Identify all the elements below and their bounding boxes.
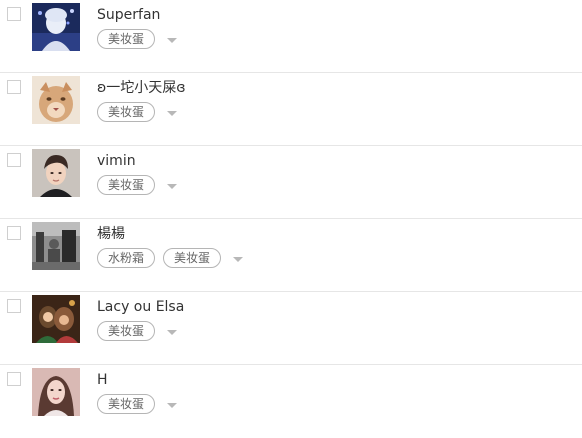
avatar[interactable] — [32, 149, 80, 197]
row-checkbox[interactable] — [7, 226, 21, 240]
avatar[interactable] — [32, 3, 80, 51]
avatar[interactable] — [32, 368, 80, 416]
tag-group: 水粉霜 美妆蛋 — [97, 248, 244, 268]
fan-name[interactable]: vimin — [97, 152, 136, 170]
tag-chip[interactable]: 美妆蛋 — [97, 102, 156, 122]
user-photo-icon — [32, 149, 80, 197]
user-photo-icon — [32, 295, 80, 343]
row-checkbox[interactable] — [7, 372, 21, 386]
user-photo-icon — [32, 222, 80, 270]
fan-name[interactable]: 楊楊 — [97, 225, 125, 243]
user-photo-icon — [32, 76, 80, 124]
avatar[interactable] — [32, 295, 80, 343]
dropdown-caret-icon[interactable] — [167, 37, 178, 43]
tag-chip[interactable]: 美妆蛋 — [97, 175, 156, 195]
tag-group: 美妆蛋 — [97, 394, 178, 414]
row-checkbox[interactable] — [7, 7, 21, 21]
fan-name[interactable]: Lacy ou Elsa — [97, 298, 184, 316]
tag-group: 美妆蛋 — [97, 321, 178, 341]
list-item: 楊楊 水粉霜 美妆蛋 — [0, 219, 582, 292]
row-checkbox[interactable] — [7, 153, 21, 167]
fan-name[interactable]: ʚ一坨小天屎ɞ — [97, 79, 186, 97]
dropdown-caret-icon[interactable] — [167, 402, 178, 408]
dropdown-caret-icon[interactable] — [167, 183, 178, 189]
fan-name[interactable]: H — [97, 371, 108, 389]
user-photo-icon — [32, 3, 80, 51]
dropdown-caret-icon[interactable] — [167, 329, 178, 335]
list-item: Lacy ou Elsa 美妆蛋 — [0, 292, 582, 365]
tag-group: 美妆蛋 — [97, 102, 178, 122]
fan-list: Superfan 美妆蛋 ʚ一坨小天屎ɞ 美妆蛋 vimin 美妆蛋 楊楊 水粉… — [0, 0, 582, 438]
tag-chip[interactable]: 水粉霜 — [97, 248, 156, 268]
list-item: vimin 美妆蛋 — [0, 146, 582, 219]
tag-chip[interactable]: 美妆蛋 — [97, 394, 156, 414]
list-item: ʚ一坨小天屎ɞ 美妆蛋 — [0, 73, 582, 146]
tag-chip[interactable]: 美妆蛋 — [97, 321, 156, 341]
dropdown-caret-icon[interactable] — [233, 256, 244, 262]
tag-chip[interactable]: 美妆蛋 — [163, 248, 222, 268]
list-item: H 美妆蛋 — [0, 365, 582, 438]
tag-group: 美妆蛋 — [97, 175, 178, 195]
avatar[interactable] — [32, 76, 80, 124]
dropdown-caret-icon[interactable] — [167, 110, 178, 116]
list-item: Superfan 美妆蛋 — [0, 0, 582, 73]
fan-name[interactable]: Superfan — [97, 6, 160, 24]
tag-group: 美妆蛋 — [97, 29, 178, 49]
tag-chip[interactable]: 美妆蛋 — [97, 29, 156, 49]
row-checkbox[interactable] — [7, 80, 21, 94]
user-photo-icon — [32, 368, 80, 416]
avatar[interactable] — [32, 222, 80, 270]
row-checkbox[interactable] — [7, 299, 21, 313]
